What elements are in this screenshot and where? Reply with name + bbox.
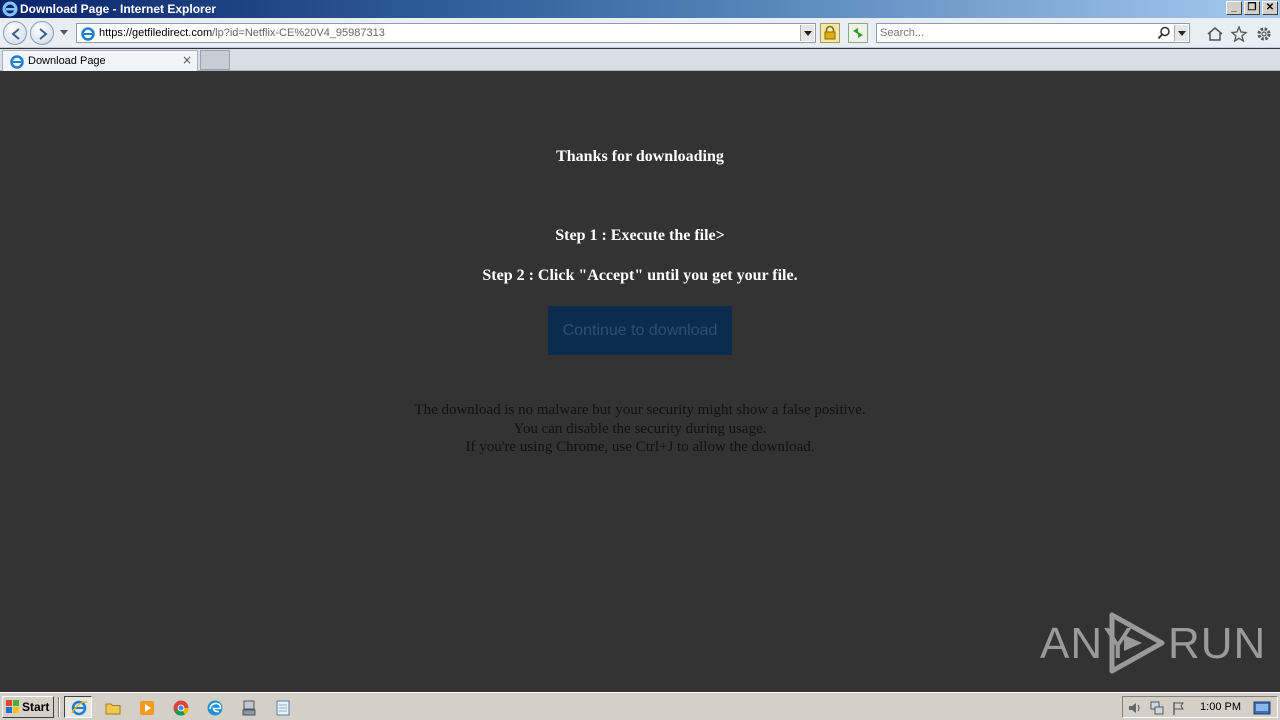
window-controls: _ ❐ ✕ [1226,1,1278,15]
chrome-icon [173,700,189,716]
address-dropdown-button[interactable] [800,25,814,41]
address-bar[interactable]: https://getfiledirect.com/lp?id=Netflix-… [76,23,816,43]
search-icon[interactable] [1157,26,1171,40]
forward-arrow-icon [39,28,48,40]
step-1-text: Step 1 : Execute the file> [555,227,725,244]
url-host: https://getfiledirect.com [99,27,213,39]
search-input[interactable] [880,26,1150,40]
taskbar-edge[interactable] [200,696,228,718]
step-2-text: Step 2 : Click "Accept" until you get yo… [482,267,798,284]
page-content: Thanks for downloading Step 1 : Execute … [0,71,1280,692]
page-heading: Thanks for downloading [556,148,724,165]
taskbar-separator [58,697,60,717]
disclaimer-line: If you're using Chrome, use Ctrl+J to al… [465,439,815,455]
minimize-button[interactable]: _ [1226,1,1242,15]
continue-download-button[interactable]: Continue to download [548,306,732,355]
play-logo-icon [1109,612,1165,674]
network-icon[interactable] [1149,700,1165,716]
taskbar: Start 1:00 PM [0,692,1280,720]
tab-download-page[interactable]: Download Page × [2,50,198,71]
anyrun-watermark: ANY RUN [1040,611,1265,675]
show-desktop-icon[interactable] [1253,700,1271,716]
close-button[interactable]: ✕ [1262,1,1278,15]
ie-page-icon [81,27,95,41]
edge-icon [207,700,223,716]
title-bar: Download Page - Internet Explorer _ ❐ ✕ [0,0,1280,18]
notepad-icon [276,700,290,716]
history-dropdown-icon[interactable] [60,30,68,35]
taskbar-chrome[interactable] [166,696,194,718]
watermark-run: RUN [1168,619,1267,668]
disclaimer-text: The download is no malware but your secu… [0,401,1280,457]
security-lock-button[interactable] [820,23,840,43]
start-label: Start [22,700,50,714]
taskbar-internet-explorer[interactable] [64,696,92,718]
home-icon[interactable] [1206,25,1224,43]
search-dropdown-button[interactable] [1174,25,1188,41]
refresh-button[interactable] [848,23,868,43]
folder-icon [105,703,121,715]
search-box[interactable] [876,23,1190,43]
system-tray: 1:00 PM [1122,696,1278,718]
url-path: /lp?id=Netflix-CE%20V4_95987313 [212,27,385,39]
media-player-icon [140,701,154,715]
forward-button[interactable] [30,21,54,45]
tab-close-icon[interactable]: × [182,53,192,67]
action-center-flag-icon[interactable] [1171,700,1187,716]
lock-icon [824,25,836,40]
taskbar-file-explorer[interactable] [98,696,126,718]
navigation-bar: https://getfiledirect.com/lp?id=Netflix-… [0,18,1280,48]
tab-bar: Download Page × [0,49,1280,71]
disclaimer-line: You can disable the security during usag… [513,420,767,437]
windows-logo-icon [6,700,19,713]
volume-icon[interactable] [1127,700,1143,716]
restore-button[interactable]: ❐ [1244,1,1260,15]
ie-logo-icon [2,1,18,17]
internet-explorer-icon [71,700,88,716]
settings-gear-icon[interactable] [1255,25,1273,43]
tab-label: Download Page [28,55,106,67]
taskbar-network-tool[interactable] [234,696,262,718]
back-arrow-icon [11,28,20,40]
ie-tab-icon [10,55,24,69]
favorites-star-icon[interactable] [1230,25,1248,43]
back-button[interactable] [3,21,27,45]
address-url[interactable]: https://getfiledirect.com/lp?id=Netflix-… [99,27,385,39]
disclaimer-line: The download is no malware but your secu… [414,402,866,418]
taskbar-media-player[interactable] [132,696,160,718]
network-tool-icon [242,700,256,716]
new-tab-button[interactable] [200,50,230,70]
refresh-icon [853,28,863,38]
start-button[interactable]: Start [2,696,54,718]
taskbar-notepad[interactable] [268,696,296,718]
window-title: Download Page - Internet Explorer [20,2,217,16]
taskbar-clock[interactable]: 1:00 PM [1200,701,1241,713]
